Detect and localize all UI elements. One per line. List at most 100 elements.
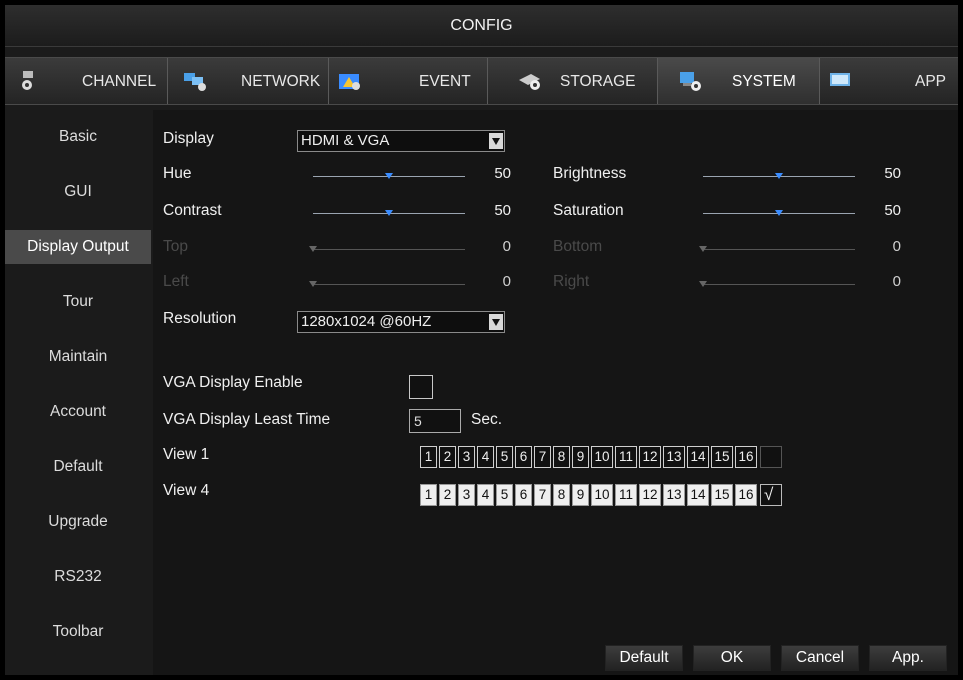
- hue-label: Hue: [163, 165, 192, 182]
- dropdown-arrow-icon: [489, 314, 503, 330]
- tab-label: CHANNEL: [82, 73, 157, 90]
- brightness-slider[interactable]: [703, 172, 855, 182]
- tab-storage[interactable]: STORAGE: [488, 58, 658, 104]
- view-1-channel-cell[interactable]: 5: [496, 446, 513, 468]
- sidebar-item-rs232[interactable]: RS232: [5, 560, 151, 594]
- view-1-channel-cell[interactable]: 7: [534, 446, 551, 468]
- slider-thumb: [309, 281, 317, 287]
- slider-thumb[interactable]: [385, 173, 393, 179]
- view-1-channel-cell[interactable]: 2: [439, 446, 456, 468]
- tab-channel[interactable]: CHANNEL: [5, 58, 168, 104]
- system-gear-icon: [678, 70, 704, 92]
- saturation-value: 50: [884, 202, 901, 219]
- slider-thumb: [699, 246, 707, 252]
- display-value: HDMI & VGA: [301, 132, 390, 149]
- view-1-channel-cell[interactable]: 3: [458, 446, 475, 468]
- view-4-channel-cell[interactable]: 5: [496, 484, 513, 506]
- view-1-channel-cell[interactable]: 6: [515, 446, 532, 468]
- sidebar-item-account[interactable]: Account: [5, 395, 151, 429]
- view-4-channel-cell[interactable]: 3: [458, 484, 475, 506]
- view-4-channel-cell[interactable]: 4: [477, 484, 494, 506]
- camera-gear-icon: [17, 70, 43, 92]
- resolution-value: 1280x1024 @60HZ: [301, 313, 432, 330]
- view-4-channel-cell[interactable]: 10: [591, 484, 613, 506]
- view-4-channel-cell[interactable]: 6: [515, 484, 532, 506]
- saturation-slider[interactable]: [703, 209, 855, 219]
- storage-gear-icon: [518, 70, 544, 92]
- view-1-channel-cell[interactable]: 10: [591, 446, 613, 468]
- sidebar-item-basic[interactable]: Basic: [5, 120, 151, 154]
- view-4-channel-cell[interactable]: 8: [553, 484, 570, 506]
- default-button[interactable]: Default: [605, 645, 683, 671]
- slider-track: [313, 249, 465, 250]
- view-4-channel-cell[interactable]: 7: [534, 484, 551, 506]
- view-4-channel-cell[interactable]: 1: [420, 484, 437, 506]
- view-4-channel-cell[interactable]: 12: [639, 484, 661, 506]
- brightness-label: Brightness: [553, 165, 627, 182]
- sidebar-item-default[interactable]: Default: [5, 450, 151, 484]
- view-1-select-all-checkbox[interactable]: [760, 446, 782, 468]
- view-1-channel-cells: 1 2 3 4 5 6 7 8 9 10 11 12 13 14 15 16: [420, 446, 782, 470]
- view-4-channel-cell[interactable]: 15: [711, 484, 733, 506]
- sidebar-item-gui[interactable]: GUI: [5, 175, 151, 209]
- view-4-channel-cell[interactable]: 16: [735, 484, 757, 506]
- view-1-channel-cell[interactable]: 15: [711, 446, 733, 468]
- tab-label: SYSTEM: [732, 73, 796, 90]
- slider-thumb[interactable]: [775, 173, 783, 179]
- sidebar-item-tour[interactable]: Tour: [5, 285, 151, 319]
- sidebar-item-display-output[interactable]: Display Output: [5, 230, 151, 264]
- view-1-channel-cell[interactable]: 11: [615, 446, 637, 468]
- view-4-channel-cell[interactable]: 11: [615, 484, 637, 506]
- tab-system[interactable]: SYSTEM: [658, 58, 820, 104]
- sidebar-item-upgrade[interactable]: Upgrade: [5, 505, 151, 539]
- left-slider: [309, 280, 465, 290]
- ok-button[interactable]: OK: [693, 645, 771, 671]
- hue-slider[interactable]: [313, 172, 465, 182]
- bottom-value: 0: [892, 238, 901, 255]
- slider-thumb[interactable]: [775, 210, 783, 216]
- view-1-channel-cell[interactable]: 14: [687, 446, 709, 468]
- sidebar-item-maintain[interactable]: Maintain: [5, 340, 151, 374]
- view-4-channel-cell[interactable]: 9: [572, 484, 589, 506]
- view-4-channel-cell[interactable]: 14: [687, 484, 709, 506]
- view-1-channel-cell[interactable]: 4: [477, 446, 494, 468]
- hue-value: 50: [494, 165, 511, 182]
- left-label: Left: [163, 273, 189, 290]
- view-1-channel-cell[interactable]: 8: [553, 446, 570, 468]
- view-1-label: View 1: [163, 446, 210, 463]
- sidebar-item-toolbar[interactable]: Toolbar: [5, 615, 151, 649]
- cancel-button[interactable]: Cancel: [781, 645, 859, 671]
- contrast-value: 50: [494, 202, 511, 219]
- display-label: Display: [163, 130, 214, 147]
- slider-track: [703, 284, 855, 285]
- tab-app[interactable]: APP: [820, 58, 958, 104]
- slider-thumb[interactable]: [385, 210, 393, 216]
- tab-bar: CHANNEL NETWORK EVENT STORAGE SYSTEM APP: [5, 57, 958, 105]
- bottom-label: Bottom: [553, 238, 603, 255]
- display-select[interactable]: HDMI & VGA: [297, 130, 505, 152]
- view-1-channel-cell[interactable]: 9: [572, 446, 589, 468]
- view-1-channel-cell[interactable]: 1: [420, 446, 437, 468]
- view-4-channel-cell[interactable]: 2: [439, 484, 456, 506]
- resolution-select[interactable]: 1280x1024 @60HZ: [297, 311, 505, 333]
- view-4-channel-cell[interactable]: 13: [663, 484, 685, 506]
- apply-button[interactable]: App.: [869, 645, 947, 671]
- sidebar-menu: Basic GUI Display Output Tour Maintain A…: [5, 110, 151, 675]
- right-value: 0: [892, 273, 901, 290]
- contrast-slider[interactable]: [313, 209, 465, 219]
- resolution-label: Resolution: [163, 310, 237, 327]
- vga-least-time-unit: Sec.: [471, 411, 503, 428]
- top-label: Top: [163, 238, 188, 255]
- slider-track: [313, 284, 465, 285]
- tab-network[interactable]: NETWORK: [168, 58, 329, 104]
- app-icon: [828, 70, 854, 92]
- view-1-channel-cell[interactable]: 13: [663, 446, 685, 468]
- contrast-label: Contrast: [163, 202, 222, 219]
- vga-enable-checkbox[interactable]: [409, 375, 433, 399]
- view-4-select-all-checkbox[interactable]: [760, 484, 782, 506]
- slider-thumb: [699, 281, 707, 287]
- view-1-channel-cell[interactable]: 16: [735, 446, 757, 468]
- vga-least-time-input[interactable]: 5: [409, 409, 461, 433]
- view-1-channel-cell[interactable]: 12: [639, 446, 661, 468]
- tab-event[interactable]: EVENT: [329, 58, 488, 104]
